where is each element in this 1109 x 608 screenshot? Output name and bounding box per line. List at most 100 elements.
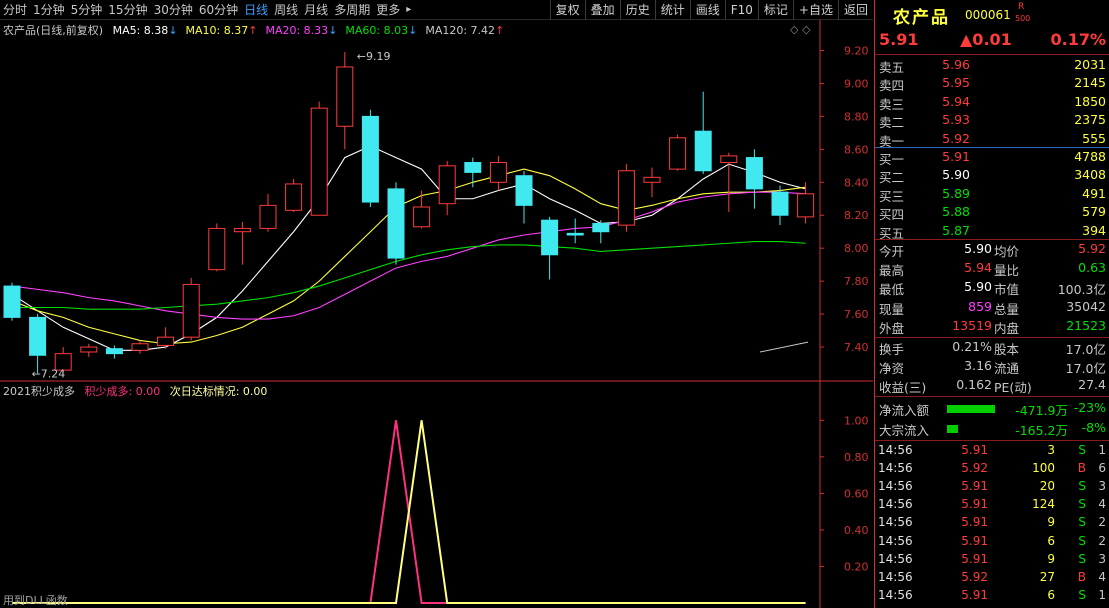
- period-tab-3[interactable]: 15分钟: [105, 0, 150, 20]
- candle[interactable]: [233, 221, 251, 265]
- candle[interactable]: [771, 185, 789, 226]
- tick-row[interactable]: 14:56 5.91 9 S 3: [875, 552, 1109, 568]
- ma-value: MA5: 8.38: [112, 24, 169, 37]
- candle[interactable]: [259, 193, 277, 232]
- indicator-tick-label: 1.00: [844, 414, 869, 427]
- period-tab-5[interactable]: 60分钟: [196, 0, 241, 20]
- tick-time: 14:56: [878, 569, 913, 584]
- fund-value-left: 0.21%: [952, 339, 992, 354]
- stat-label-right: 市值: [994, 282, 1020, 298]
- tick-price: 5.91: [961, 587, 988, 602]
- tick-row[interactable]: 14:56 5.92 100 B 6: [875, 461, 1109, 477]
- candle-body: [105, 348, 123, 355]
- bid-row: 买三 5.89 491: [875, 186, 1109, 204]
- candle-body: [208, 227, 226, 271]
- period-tab-7[interactable]: 周线: [271, 0, 301, 20]
- tick-row[interactable]: 14:56 5.91 124 S 4: [875, 497, 1109, 513]
- tick-side: S: [1078, 587, 1086, 602]
- last-price: 5.91: [879, 30, 919, 49]
- candle[interactable]: [361, 109, 379, 207]
- stat-row: 今开 5.90 均价 5.92: [875, 241, 1109, 259]
- candle[interactable]: [669, 134, 687, 171]
- indicator-chart[interactable]: 1.00 0.80 0.60 0.40 0.20 2021积少成多 积少成多: 0.00…: [0, 382, 873, 608]
- candle[interactable]: [182, 277, 200, 341]
- candle[interactable]: [285, 178, 303, 212]
- period-tab-6[interactable]: 日线: [241, 0, 271, 20]
- price-row: 5.91 ▲0.01 0.17%: [875, 30, 1109, 52]
- tick-side: S: [1078, 533, 1086, 548]
- candle[interactable]: [438, 160, 456, 216]
- candle[interactable]: [592, 220, 610, 244]
- period-tab-8[interactable]: 月线: [301, 0, 331, 20]
- candle[interactable]: [464, 157, 482, 188]
- tool-button-1[interactable]: 叠加: [584, 0, 620, 20]
- candle[interactable]: [489, 155, 507, 191]
- candle[interactable]: [3, 282, 21, 321]
- ma-value: MA120: 7.42: [425, 24, 496, 37]
- candle-body: [745, 157, 763, 190]
- period-tab-9[interactable]: 多周期: [331, 0, 373, 20]
- period-tab-2[interactable]: 5分钟: [68, 0, 106, 20]
- kline-svg[interactable]: 9.20 9.00 8.80 8.60 8.40 8.20 8.00 7.80 7.60 7.40…: [0, 20, 873, 382]
- candle[interactable]: [643, 167, 661, 198]
- candle[interactable]: [208, 223, 226, 272]
- ma-value: MA10: 8.37: [185, 24, 249, 37]
- candle[interactable]: [617, 164, 635, 232]
- period-tab-0[interactable]: 分时: [0, 0, 30, 20]
- fund-row: 收益(三) 0.162 PE(动) 27.4: [875, 377, 1109, 395]
- tool-button-3[interactable]: 统计: [654, 0, 690, 20]
- tool-button-2[interactable]: 历史: [619, 0, 655, 20]
- stat-label-left: 外盘: [879, 320, 905, 336]
- candle[interactable]: [29, 314, 47, 374]
- tick-time: 14:56: [878, 533, 913, 548]
- tick-row[interactable]: 14:56 5.91 6 S 2: [875, 534, 1109, 550]
- candle[interactable]: [413, 190, 431, 229]
- series1-label: 积少成多: 0.00: [84, 385, 161, 398]
- tool-button-0[interactable]: 复权: [549, 0, 585, 20]
- candle[interactable]: [387, 182, 405, 265]
- candle[interactable]: [157, 327, 175, 349]
- ask-label: 卖三: [879, 96, 905, 112]
- stat-value-right: 35042: [1066, 298, 1106, 314]
- tool-button-5[interactable]: F10: [724, 0, 758, 20]
- main-kline-chart[interactable]: 9.20 9.00 8.80 8.60 8.40 8.20 8.00 7.80 7.60 7.40…: [0, 20, 873, 382]
- candle[interactable]: [80, 343, 98, 357]
- candle[interactable]: [720, 152, 738, 212]
- candle-body: [285, 183, 303, 211]
- ask-volume: 555: [1082, 130, 1106, 146]
- tick-row[interactable]: 14:56 5.92 27 B 4: [875, 570, 1109, 586]
- tick-row[interactable]: 14:56 5.91 9 S 2: [875, 515, 1109, 531]
- candle[interactable]: [310, 101, 328, 216]
- more-arrow-icon[interactable]: ▸: [403, 0, 414, 20]
- candle[interactable]: [745, 149, 763, 209]
- ask-label: 卖四: [879, 78, 905, 94]
- candle[interactable]: [131, 340, 149, 354]
- candle[interactable]: [694, 91, 712, 175]
- tick-time: 14:56: [878, 551, 913, 566]
- chart-options-icon[interactable]: ◇ ◇: [790, 23, 810, 36]
- tick-row[interactable]: 14:56 5.91 6 S 1: [875, 588, 1109, 604]
- price-tick-label: 8.20: [844, 209, 869, 222]
- candle[interactable]: [336, 52, 354, 150]
- candle-body: [720, 155, 738, 164]
- period-tab-4[interactable]: 30分钟: [151, 0, 196, 20]
- candle[interactable]: [566, 218, 584, 244]
- tick-side: S: [1078, 497, 1086, 512]
- price-tick-label: 9.20: [844, 44, 869, 57]
- tick-price: 5.91: [961, 497, 988, 512]
- tick-side: B: [1077, 461, 1086, 476]
- candle[interactable]: [515, 170, 533, 224]
- tick-count: 4: [1098, 569, 1106, 584]
- tool-button-4[interactable]: 画线: [689, 0, 725, 20]
- tool-button-6[interactable]: 标记: [757, 0, 793, 20]
- indicator-svg[interactable]: 1.00 0.80 0.60 0.40 0.20: [0, 382, 873, 608]
- tick-row[interactable]: 14:56 5.91 20 S 3: [875, 479, 1109, 495]
- ask-label: 卖五: [879, 60, 905, 75]
- tool-button-7[interactable]: +自选: [792, 0, 838, 20]
- tick-row[interactable]: 14:56 5.91 3 S 1: [875, 443, 1109, 459]
- candle[interactable]: [541, 216, 559, 280]
- period-tab-10[interactable]: 更多: [373, 0, 403, 20]
- period-tab-1[interactable]: 1分钟: [30, 0, 68, 20]
- tool-button-8[interactable]: 返回: [837, 0, 873, 20]
- fund-label-right: 股本: [994, 342, 1020, 357]
